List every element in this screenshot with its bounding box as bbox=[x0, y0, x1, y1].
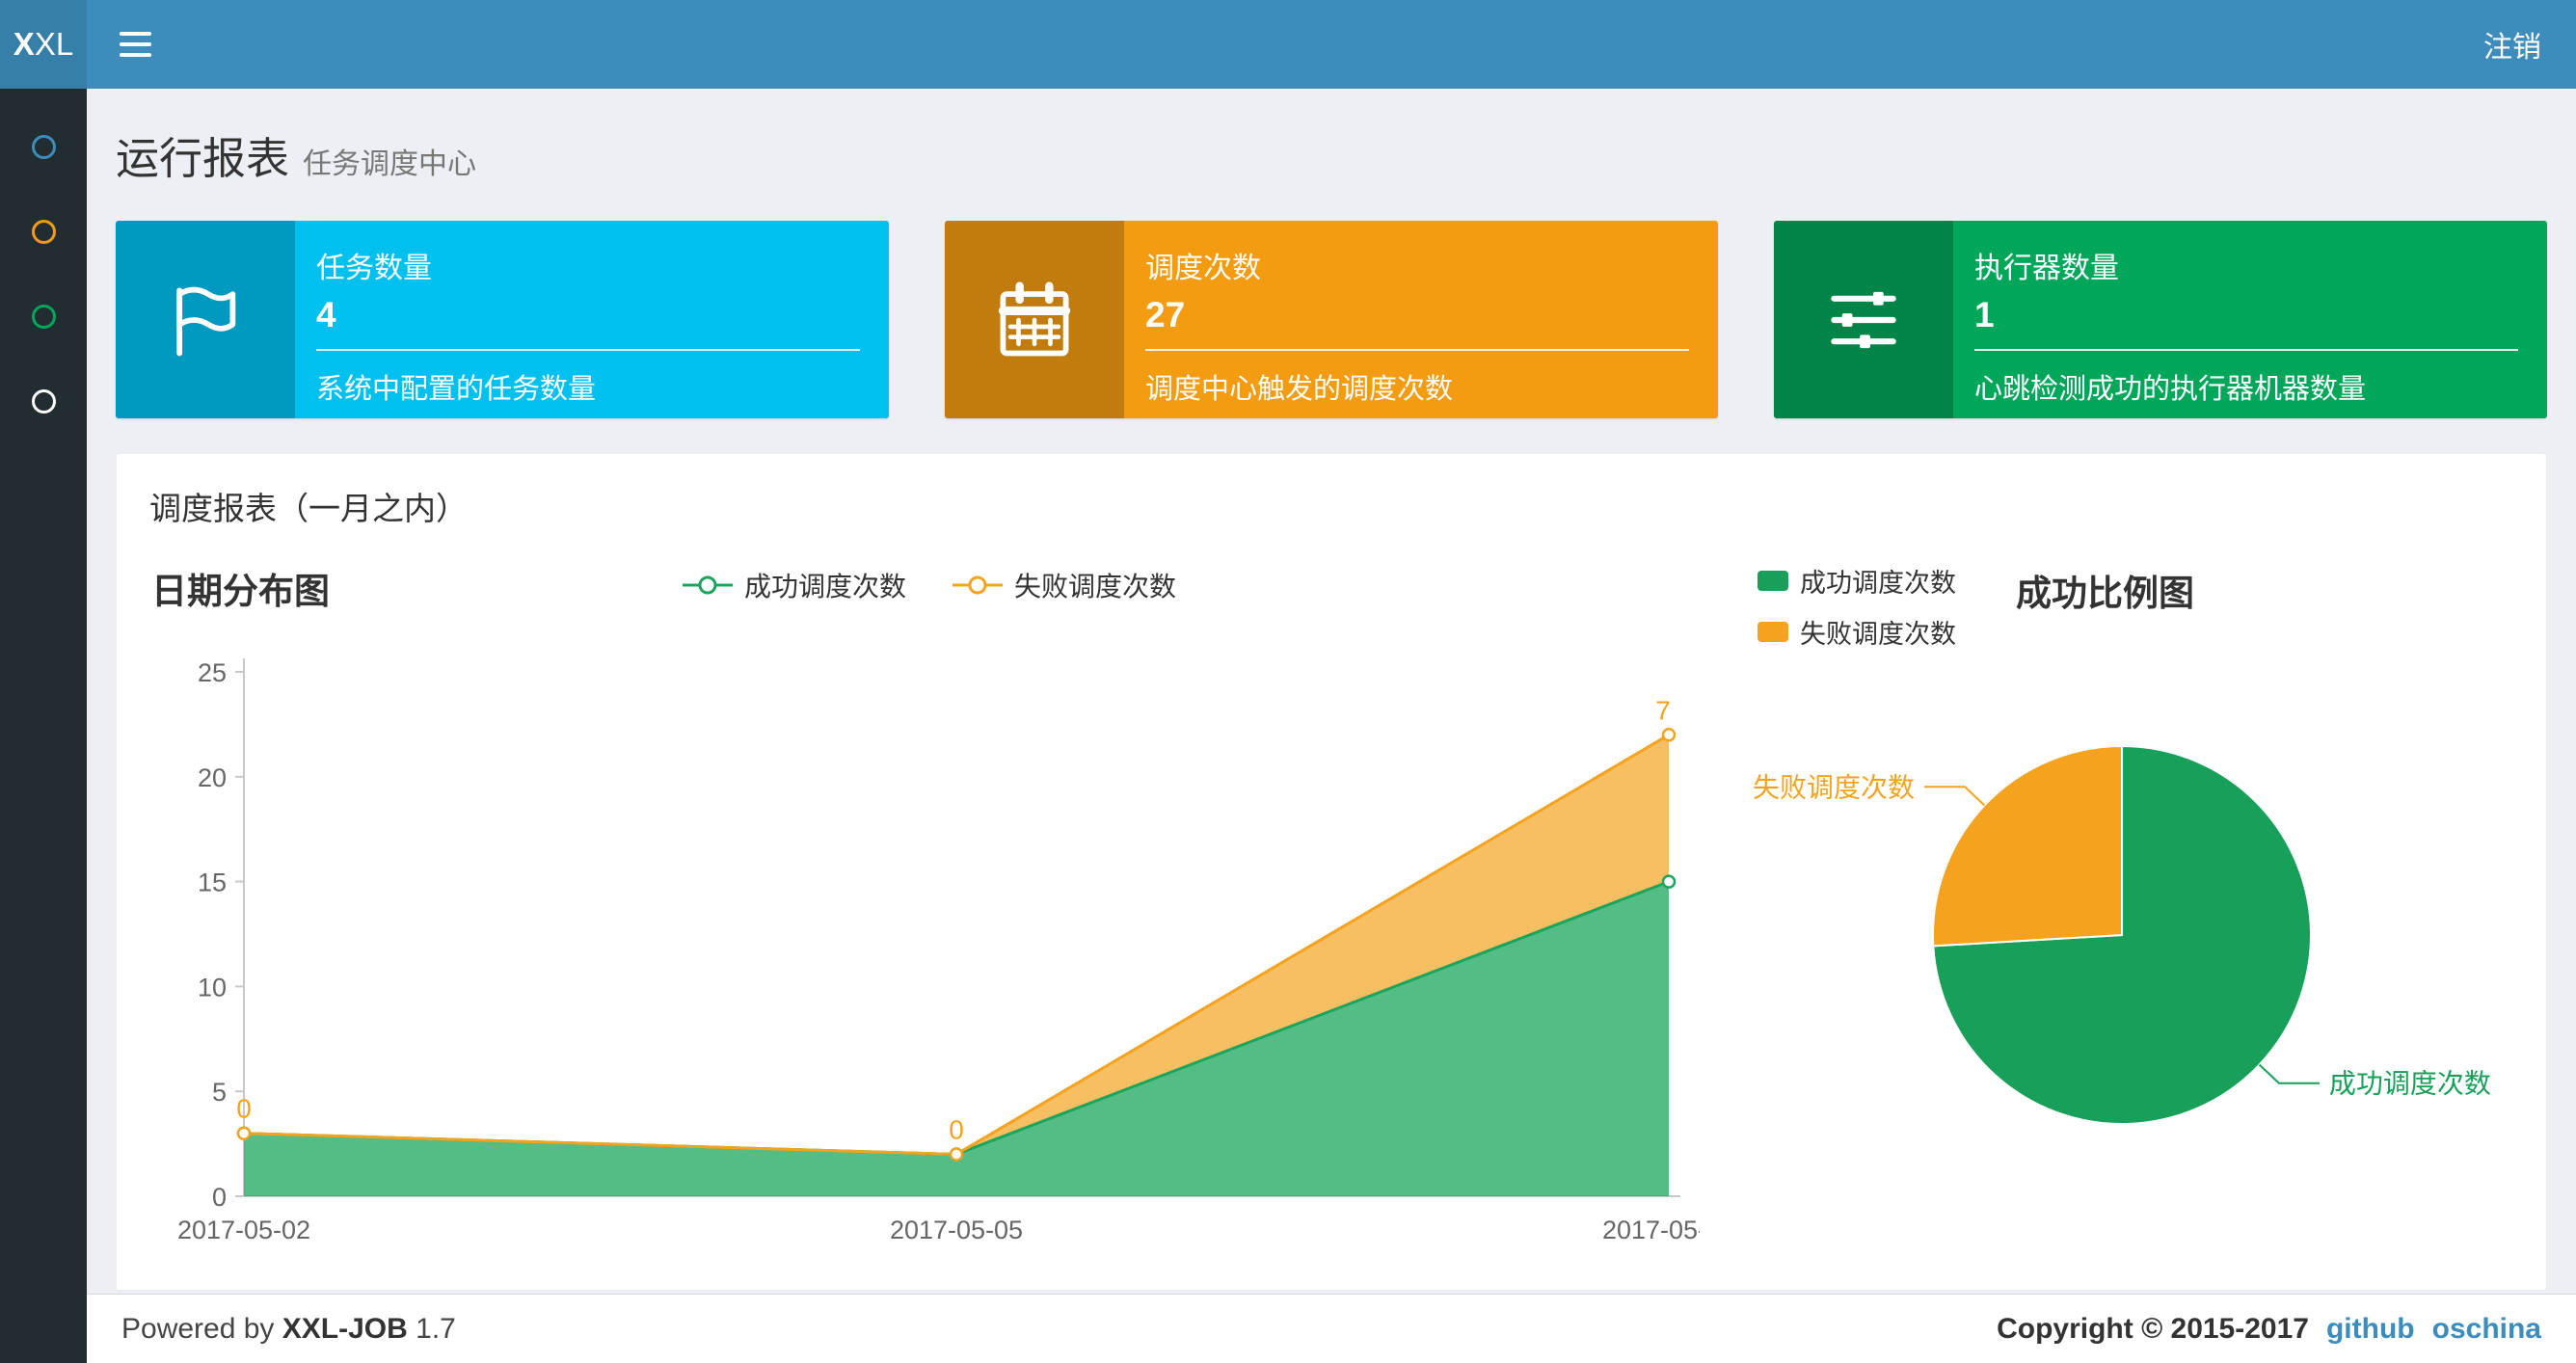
divider bbox=[1974, 349, 2518, 351]
info-box-desc: 心跳检测成功的执行器机器数量 bbox=[1974, 374, 2367, 405]
info-box-value: 27 bbox=[1145, 295, 1186, 334]
legend-swatch-icon bbox=[1758, 571, 1788, 591]
info-box-title: 调度次数 bbox=[1145, 253, 1261, 284]
svg-text:20: 20 bbox=[198, 763, 227, 792]
success-ratio-section: 成功调度次数 失败调度次数 成功比例图 成功调度次数 失败调度次数 bbox=[1719, 562, 2519, 1267]
sidebar bbox=[0, 89, 87, 1363]
logo-rest-text: XL bbox=[34, 26, 74, 62]
svg-text:2017-05-08: 2017-05-08 bbox=[1602, 1216, 1700, 1244]
info-box-triggers: 调度次数 27 调度中心触发的调度次数 bbox=[945, 221, 1718, 418]
legend-line-marker-icon bbox=[682, 575, 733, 595]
sliders-icon bbox=[1774, 221, 1953, 418]
logout-button[interactable]: 注销 bbox=[2449, 0, 2576, 89]
svg-text:0: 0 bbox=[236, 1094, 252, 1124]
github-link[interactable]: github bbox=[2326, 1313, 2415, 1346]
hamburger-icon bbox=[119, 32, 151, 36]
svg-text:0: 0 bbox=[949, 1114, 964, 1144]
divider bbox=[316, 349, 860, 351]
line-chart-legend: 成功调度次数 失败调度次数 bbox=[681, 566, 1176, 604]
top-navbar: X XL 注销 bbox=[0, 0, 2576, 89]
legend-item[interactable]: 失败调度次数 bbox=[951, 566, 1176, 604]
pie-chart-title: 成功比例图 bbox=[2016, 574, 2194, 613]
footer: Powered by XXL-JOB 1.7 Copyright © 2015-… bbox=[87, 1294, 2576, 1363]
info-box-executors: 执行器数量 1 心跳检测成功的执行器机器数量 bbox=[1774, 221, 2547, 418]
info-box-value: 1 bbox=[1974, 295, 1995, 334]
info-box-desc: 调度中心触发的调度次数 bbox=[1145, 374, 1454, 405]
page-title: 运行报表 任务调度中心 bbox=[116, 123, 2547, 186]
sidebar-item-1[interactable] bbox=[31, 135, 56, 159]
legend-item[interactable]: 成功调度次数 bbox=[1758, 562, 1956, 600]
summary-boxes: 任务数量 4 系统中配置的任务数量 调度次数 27 调度中心触发的调度次数 执行… bbox=[116, 221, 2547, 418]
calendar-icon bbox=[945, 221, 1124, 418]
main-content: 运行报表 任务调度中心 任务数量 4 系统中配置的任务数量 调度次数 27 调度… bbox=[87, 89, 2576, 1294]
info-box-title: 执行器数量 bbox=[1974, 253, 2119, 284]
svg-text:2017-05-05: 2017-05-05 bbox=[890, 1216, 1023, 1244]
svg-text:成功调度次数: 成功调度次数 bbox=[2329, 1069, 2491, 1099]
legend-item[interactable]: 失败调度次数 bbox=[1758, 613, 1956, 651]
panel-title: 调度报表（一月之内） bbox=[149, 491, 468, 526]
page-subtitle: 任务调度中心 bbox=[303, 148, 477, 180]
charts-row: 日期分布图 成功调度次数 失败调度次数 0 5 10 15 20 25 2017-05-02 2… bbox=[117, 554, 2546, 1267]
page-title-text: 运行报表 bbox=[116, 134, 290, 183]
svg-text:2017-05-02: 2017-05-02 bbox=[177, 1216, 310, 1244]
app-logo[interactable]: X XL bbox=[0, 0, 87, 89]
svg-text:25: 25 bbox=[198, 658, 227, 687]
svg-text:5: 5 bbox=[212, 1078, 227, 1107]
info-box-jobs: 任务数量 4 系统中配置的任务数量 bbox=[116, 221, 889, 418]
logo-bold-text: X bbox=[13, 26, 35, 62]
svg-text:10: 10 bbox=[198, 973, 227, 1002]
legend-swatch-icon bbox=[1758, 622, 1788, 642]
date-distribution-chart[interactable]: 05101520252017-05-022017-05-052017-05-08… bbox=[138, 626, 1735, 1262]
legend-item[interactable]: 成功调度次数 bbox=[681, 566, 906, 604]
svg-text:15: 15 bbox=[198, 869, 227, 897]
success-ratio-chart[interactable]: 成功调度次数 失败调度次数 bbox=[1736, 651, 2508, 1210]
brand-name: XXL-JOB bbox=[282, 1312, 408, 1345]
report-panel: 调度报表（一月之内） 日期分布图 成功调度次数 失败调度次数 0 5 10 15 20 25… bbox=[116, 453, 2547, 1291]
sidebar-item-2[interactable] bbox=[31, 220, 56, 244]
content-header: 运行报表 任务调度中心 bbox=[111, 104, 2552, 211]
svg-text:0: 0 bbox=[212, 1183, 227, 1212]
sidebar-item-3[interactable] bbox=[31, 305, 56, 329]
info-box-desc: 系统中配置的任务数量 bbox=[316, 374, 597, 405]
sidebar-toggle-button[interactable] bbox=[87, 0, 183, 89]
svg-text:失败调度次数: 失败调度次数 bbox=[1753, 772, 1915, 802]
svg-text:7: 7 bbox=[1655, 695, 1671, 725]
powered-by: Powered by XXL-JOB 1.7 bbox=[121, 1312, 456, 1345]
flag-icon bbox=[116, 221, 295, 418]
legend-line-marker-icon bbox=[953, 575, 1003, 595]
version: 1.7 bbox=[416, 1312, 456, 1345]
oschina-link[interactable]: oschina bbox=[2432, 1313, 2541, 1346]
sidebar-item-4[interactable] bbox=[31, 389, 56, 414]
divider bbox=[1145, 349, 1689, 351]
copyright: Copyright © 2015-2017 bbox=[1997, 1312, 2309, 1345]
info-box-value: 4 bbox=[316, 295, 336, 334]
info-box-title: 任务数量 bbox=[316, 253, 432, 284]
pie-chart-legend: 成功调度次数 失败调度次数 bbox=[1758, 562, 1956, 651]
date-distribution-section: 日期分布图 成功调度次数 失败调度次数 0 5 10 15 20 25 2017-05-02 2… bbox=[138, 562, 1735, 1267]
